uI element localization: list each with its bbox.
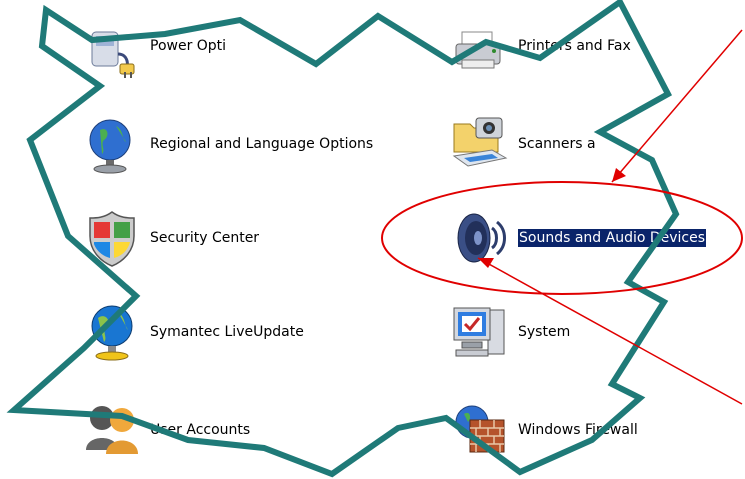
item-label: Security Center: [150, 230, 260, 246]
annotation-arrowhead-top: [612, 168, 626, 182]
symantec-globe-icon: [91, 305, 133, 361]
speaker-icon: [457, 213, 506, 263]
control-panel-item-regional-and-language-options[interactable]: Regional and Language Options: [80, 112, 373, 176]
system-computer-icon: [453, 307, 505, 357]
control-panel-item-windows-firewall[interactable]: Windows Firewall: [448, 398, 638, 462]
scanner-camera-icon: [452, 117, 508, 167]
control-panel-view: Power Opti Printers and Fax Regional and…: [0, 0, 745, 479]
control-panel-item-scanners-and-cameras[interactable]: Scanners a: [448, 112, 596, 176]
power-options-icon: [91, 31, 135, 78]
item-label: Power Opti: [150, 38, 227, 54]
control-panel-item-system[interactable]: System: [448, 300, 570, 364]
item-label: Windows Firewall: [518, 422, 638, 438]
annotation-arrow-top: [611, 29, 743, 183]
control-panel-item-power-options[interactable]: Power Opti: [80, 14, 226, 78]
item-label: User Accounts: [150, 422, 251, 438]
security-shield-icon: [89, 211, 135, 267]
item-label: Sounds and Audio Devices: [518, 229, 707, 247]
control-panel-item-printers-and-faxes[interactable]: Printers and Fax: [448, 14, 631, 78]
item-label: System: [518, 324, 571, 340]
control-panel-item-security-center[interactable]: Security Center: [80, 206, 259, 270]
item-label: Regional and Language Options: [150, 136, 374, 152]
firewall-icon: [455, 405, 505, 453]
item-label: Printers and Fax: [518, 38, 631, 54]
control-panel-item-symantec-liveupdate[interactable]: Symantec LiveUpdate: [80, 300, 304, 364]
user-accounts-icon: [86, 406, 138, 454]
globe-icon: [89, 119, 131, 174]
item-label: Scanners a: [518, 136, 596, 152]
item-label: Symantec LiveUpdate: [150, 324, 304, 340]
control-panel-item-sounds-and-audio-devices[interactable]: Sounds and Audio Devices: [448, 206, 707, 270]
printers-icon: [455, 31, 501, 69]
control-panel-item-user-accounts[interactable]: User Accounts: [80, 398, 250, 462]
